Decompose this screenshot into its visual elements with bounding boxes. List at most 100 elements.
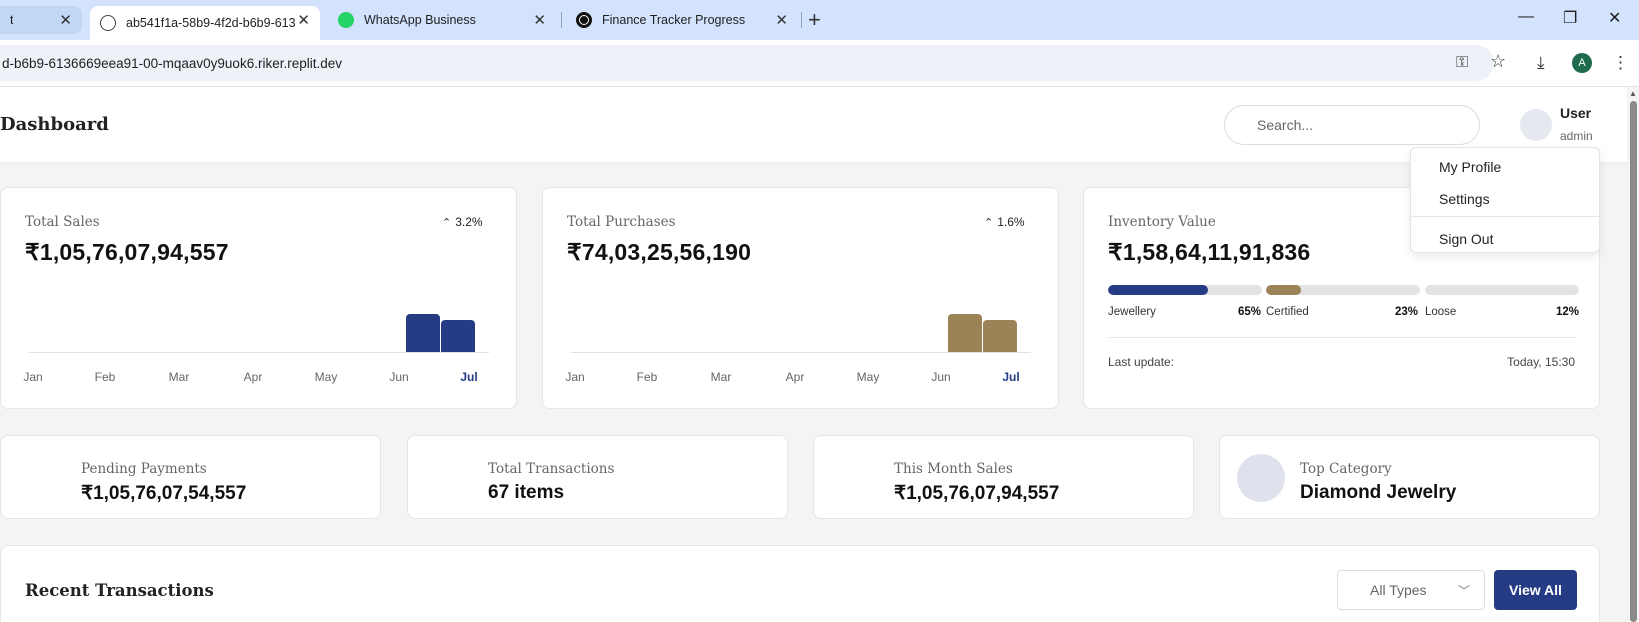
loose-progress-track [1425, 285, 1579, 295]
segment-percent: 65% [1238, 306, 1262, 318]
menu-divider [1411, 216, 1601, 217]
app-page: Dashboard User admin Total Sales ⌃3.2% ₹… [0, 87, 1639, 622]
tab-title: Finance Tracker Progress [602, 13, 746, 27]
segment-label: Certified [1266, 306, 1309, 318]
month-tick-label: Apr [785, 370, 805, 384]
card-label: Total Sales [25, 214, 100, 230]
select-value: All Types [1370, 582, 1427, 598]
url-text[interactable]: d-b6b9-6136669eea91-00-mqaav0y9uok6.rike… [0, 56, 342, 71]
month-tick-label: Jun [931, 370, 951, 384]
restore-icon[interactable]: ❐ [1563, 8, 1577, 28]
scrollbar[interactable]: ▲ [1627, 87, 1639, 622]
whatsapp-icon [338, 12, 354, 28]
close-icon[interactable]: ✕ [59, 11, 72, 29]
tab-title: WhatsApp Business [364, 13, 476, 27]
close-icon[interactable]: ✕ [775, 11, 788, 29]
chart-baseline [29, 352, 489, 353]
segment-percent: 23% [1395, 306, 1419, 318]
user-role: admin [1560, 129, 1593, 143]
certified-progress-track [1266, 285, 1420, 295]
month-tick-label: Jul [460, 370, 478, 384]
scroll-thumb[interactable] [1630, 101, 1637, 622]
user-name[interactable]: User [1560, 105, 1591, 121]
segment-label: Jewellery [1108, 306, 1156, 318]
browser-tab-strip: t ✕ ab541f1a-58b9-4f2d-b6b9-613 ✕ WhatsA… [0, 0, 1639, 40]
search-input[interactable] [1224, 105, 1480, 145]
card-value: ₹74,03,25,56,190 [567, 239, 752, 265]
menu-item-settings[interactable]: Settings [1439, 191, 1490, 207]
month-tick-label: May [314, 370, 338, 384]
close-window-icon[interactable]: ✕ [1608, 8, 1621, 28]
month-tick-label: Mar [710, 370, 732, 384]
user-menu-dropdown: My Profile Settings Sign Out [1410, 147, 1601, 253]
view-all-button[interactable]: View All [1494, 570, 1577, 610]
trend-value: 1.6% [997, 215, 1025, 229]
stat-value: Diamond Jewelry [1300, 482, 1457, 503]
stat-value: ₹1,05,76,07,54,557 [81, 483, 247, 504]
month-tick-label: May [856, 370, 880, 384]
browser-tab[interactable]: WhatsApp Business ✕ [328, 6, 556, 34]
stat-label: Pending Payments [81, 461, 207, 477]
chart-bar[interactable] [948, 314, 982, 352]
type-filter-select[interactable]: All Types ﹀ [1337, 570, 1485, 610]
chatgpt-icon [576, 12, 592, 28]
trend-value: 3.2% [455, 215, 483, 229]
top-category-card: Top Category Diamond Jewelry [1219, 435, 1600, 519]
chart-bar[interactable] [441, 320, 475, 352]
menu-item-my-profile[interactable]: My Profile [1439, 159, 1501, 175]
globe-icon [100, 15, 116, 31]
month-tick-label: Apr [243, 370, 263, 384]
user-avatar[interactable] [1520, 109, 1552, 141]
tab-title: ab541f1a-58b9-4f2d-b6b9-613 [126, 16, 296, 30]
stat-label: Total Transactions [488, 461, 615, 477]
month-tick-label: Jan [23, 370, 43, 384]
total-sales-card: Total Sales ⌃ 3.2% ₹1,05,76,07,94,557 Jan… [0, 187, 517, 409]
new-tab-icon[interactable]: + [808, 7, 821, 33]
last-update-time: Today, 15:30 [1507, 355, 1575, 369]
stat-value: ₹1,05,76,07,94,557 [894, 483, 1060, 504]
chart-baseline [571, 352, 1031, 353]
menu-item-sign-out[interactable]: Sign Out [1439, 231, 1493, 247]
page-title: Dashboard [0, 114, 109, 135]
app-header: Dashboard User admin [0, 87, 1627, 163]
trend-up-icon: ⌃ [442, 217, 452, 229]
divider [1108, 337, 1576, 338]
chevron-down-icon: ﹀ [1457, 584, 1470, 598]
scroll-up-arrow-icon[interactable]: ▲ [1629, 89, 1637, 98]
jewellery-progress-fill [1108, 285, 1209, 295]
address-bar: d-b6b9-6136669eea91-00-mqaav0y9uok6.rike… [0, 40, 1639, 87]
recent-transactions-panel: Recent Transactions All Types ﹀ View All [0, 545, 1600, 622]
month-tick-label: Feb [636, 370, 658, 384]
tab-separator [561, 12, 562, 28]
month-tick-label: Jul [1002, 370, 1020, 384]
month-tick-label: Mar [168, 370, 190, 384]
minimize-icon[interactable]: — [1518, 8, 1534, 26]
card-value: ₹1,05,76,07,94,557 [25, 239, 229, 265]
browser-tab[interactable]: Finance Tracker Progress ✕ [566, 6, 798, 34]
segment-percent: 12% [1556, 306, 1580, 318]
browser-tab[interactable]: t ✕ [0, 6, 82, 34]
month-tick-label: Jun [389, 370, 409, 384]
trend-badge: ⌃ 3.2% [442, 215, 483, 229]
menu-dots-icon[interactable]: ⋮ [1612, 53, 1629, 73]
total-transactions-card: Total Transactions 67 items [407, 435, 788, 519]
chart-bar[interactable] [983, 320, 1017, 352]
this-month-sales-card: This Month Sales ₹1,05,76,07,94,557 [813, 435, 1194, 519]
chart-bar[interactable] [406, 314, 440, 352]
omnibox[interactable]: d-b6b9-6136669eea91-00-mqaav0y9uok6.rike… [0, 45, 1494, 81]
bookmark-star-icon[interactable]: ☆ [1490, 51, 1506, 72]
trend-up-icon: ⌃ [984, 217, 994, 229]
card-value: ₹1,58,64,11,91,836 [1108, 239, 1311, 265]
profile-avatar[interactable]: A [1572, 53, 1592, 73]
download-icon[interactable]: ⤓ [1537, 53, 1545, 73]
segment-label: Loose [1425, 306, 1457, 318]
close-icon[interactable]: ✕ [297, 11, 310, 29]
password-key-icon[interactable]: ⚿ [1456, 54, 1468, 72]
tab-title: t [10, 13, 14, 27]
certified-progress-fill [1266, 285, 1302, 295]
browser-tab-active[interactable]: ab541f1a-58b9-4f2d-b6b9-613 ✕ [90, 6, 320, 40]
section-title: Recent Transactions [25, 581, 214, 600]
close-icon[interactable]: ✕ [533, 11, 546, 29]
month-tick-label: Feb [94, 370, 116, 384]
trend-badge: ⌃ 1.6% [984, 215, 1025, 229]
